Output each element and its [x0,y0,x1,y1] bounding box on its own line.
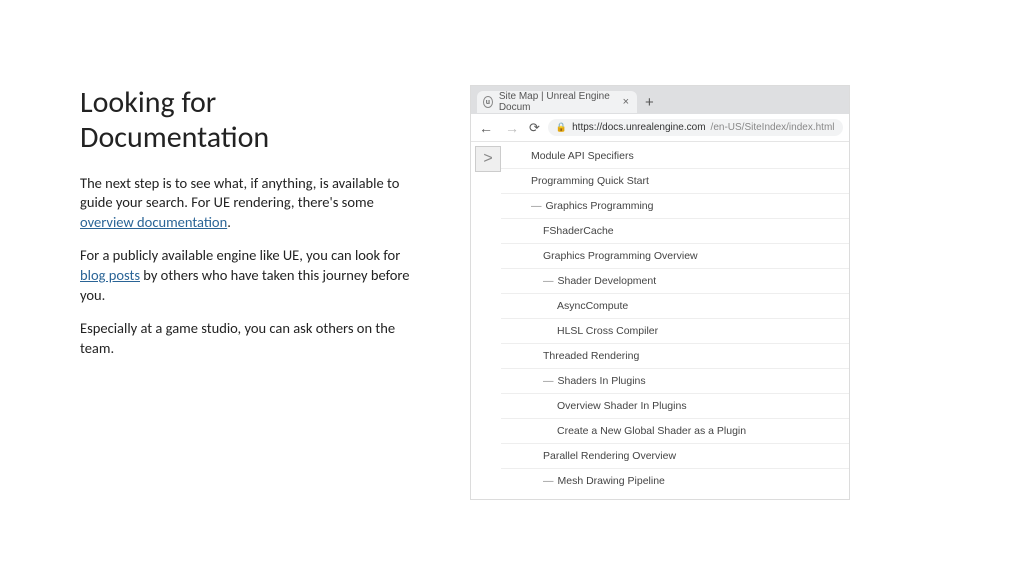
tree-item-label: Parallel Rendering Overview [543,450,676,462]
p1-text-b: . [227,213,231,231]
paragraph-3: Especially at a game studio, you can ask… [80,319,410,358]
tree-item[interactable]: Module API Specifiers [501,144,849,169]
tree-item[interactable]: — Mesh Drawing Pipeline [501,469,849,493]
collapse-icon[interactable]: — [543,275,554,287]
tab-bar: u Site Map | Unreal Engine Docum × + [471,86,849,114]
url-input[interactable]: 🔒 https://docs.unrealengine.com/en-US/Si… [548,119,843,136]
overview-documentation-link[interactable]: overview documentation [80,213,227,231]
tree-item-label: Module API Specifiers [531,150,634,162]
collapse-icon[interactable]: — [543,375,554,387]
tree-item-label: Shaders In Plugins [558,375,646,387]
favicon-icon: u [483,96,493,108]
tab-title: Site Map | Unreal Engine Docum [499,91,613,113]
tree-item[interactable]: AsyncCompute [501,294,849,319]
tree-item-label: Mesh Drawing Pipeline [558,475,665,487]
expand-sidebar-button[interactable]: > [475,146,501,172]
back-button[interactable]: ← [477,120,495,136]
tree-item[interactable]: — Graphics Programming [501,194,849,219]
tree-item-label: FShaderCache [543,225,614,237]
slide-title: Looking for Documentation [80,85,410,156]
lock-icon: 🔒 [556,122,567,133]
tree-item-label: Overview Shader In Plugins [557,400,687,412]
paragraph-1: The next step is to see what, if anythin… [80,174,410,233]
tree-item-label: Shader Development [558,275,657,287]
tree-item-label: Graphics Programming Overview [543,250,698,262]
tree-item[interactable]: Threaded Rendering [501,344,849,369]
blog-posts-link[interactable]: blog posts [80,266,140,284]
tree-item[interactable]: Programming Quick Start [501,169,849,194]
new-tab-button[interactable]: + [637,94,662,111]
paragraph-2: For a publicly available engine like UE,… [80,246,410,305]
tree-item-label: Create a New Global Shader as a Plugin [557,425,746,437]
reload-button[interactable]: ⟳ [529,120,540,136]
site-tree: Module API Specifiers Programming Quick S… [501,142,849,499]
browser-window: u Site Map | Unreal Engine Docum × + ← →… [470,85,850,500]
tree-item[interactable]: Overview Shader In Plugins [501,394,849,419]
collapse-icon[interactable]: — [543,475,554,487]
tree-item-label: HLSL Cross Compiler [557,325,658,337]
tree-item-label: Programming Quick Start [531,175,649,187]
tree-item[interactable]: — Shader Development [501,269,849,294]
browser-tab[interactable]: u Site Map | Unreal Engine Docum × [477,91,637,113]
address-bar: ← → ⟳ 🔒 https://docs.unrealengine.com/en… [471,114,849,142]
tree-item-label: Graphics Programming [546,200,654,212]
tree-item[interactable]: Graphics Programming Overview [501,244,849,269]
tree-item-label: Threaded Rendering [543,350,639,362]
collapse-icon[interactable]: — [531,200,542,212]
url-domain: https://docs.unrealengine.com [572,122,705,133]
p2-text-a: For a publicly available engine like UE,… [80,246,400,264]
tree-item[interactable]: HLSL Cross Compiler [501,319,849,344]
tree-item[interactable]: Create a New Global Shader as a Plugin [501,419,849,444]
p1-text-a: The next step is to see what, if anythin… [80,174,399,212]
tree-item[interactable]: — Shaders In Plugins [501,369,849,394]
tree-item-label: AsyncCompute [557,300,628,312]
forward-button[interactable]: → [503,120,521,136]
tree-item[interactable]: Parallel Rendering Overview [501,444,849,469]
close-tab-icon[interactable]: × [623,96,629,108]
tree-item[interactable]: FShaderCache [501,219,849,244]
url-path: /en-US/SiteIndex/index.html [711,122,835,133]
